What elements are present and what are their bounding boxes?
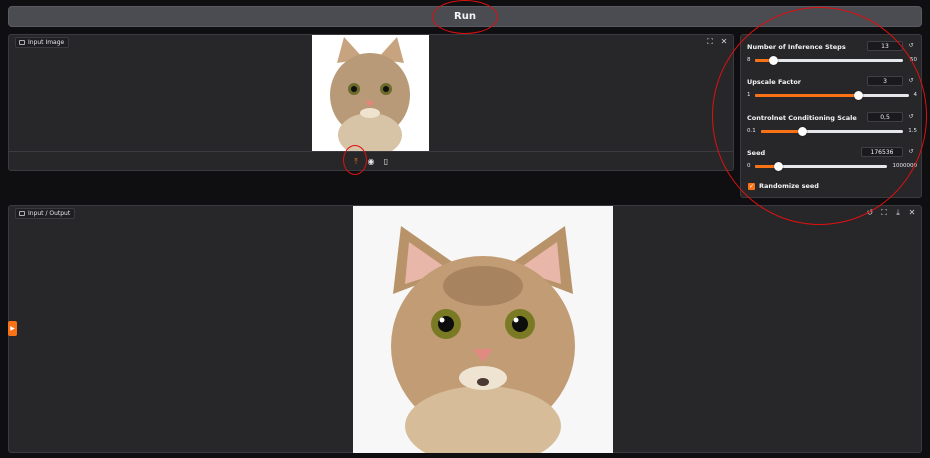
input-output-panel: Input / Output ↺ ⛶ ⤓ ✕	[8, 205, 922, 453]
fullscreen-icon[interactable]: ⛶	[879, 208, 889, 218]
upscale-slider[interactable]	[755, 91, 909, 100]
controlnet-number-input[interactable]: 0,5	[867, 112, 903, 122]
output-image[interactable]	[353, 206, 613, 453]
run-button[interactable]: Run	[8, 6, 922, 27]
upload-icon[interactable]: ⤒	[351, 157, 361, 167]
reset-icon[interactable]: ↺	[907, 77, 915, 85]
fullscreen-icon[interactable]: ⛶	[705, 37, 715, 47]
reset-icon[interactable]: ↺	[907, 42, 915, 50]
image-source-toolbar: ⤒ ◉ ▯	[9, 151, 733, 171]
seed-number-input[interactable]: 176536	[861, 147, 903, 157]
slider-thumb[interactable]	[797, 127, 807, 136]
undo-icon[interactable]: ↺	[865, 208, 875, 218]
input-output-label: Input / Output	[15, 208, 76, 219]
cat-image	[312, 35, 429, 151]
steps-slider[interactable]	[755, 56, 903, 65]
slider-thumb[interactable]	[774, 162, 784, 171]
input-image-panel: Input Image ⛶ ✕ ⤒ ◉ ▯	[8, 34, 734, 171]
close-icon[interactable]: ✕	[719, 37, 729, 47]
sidebar-toggle-button[interactable]: ▶	[8, 321, 17, 336]
image-icon	[19, 40, 25, 45]
upscale-number-input[interactable]: 3	[867, 76, 903, 86]
slider-thumb[interactable]	[768, 56, 778, 65]
seed-slider[interactable]	[755, 162, 887, 171]
steps-number-input[interactable]: 13	[867, 41, 903, 51]
cat-image	[353, 206, 613, 453]
controlnet-slider[interactable]	[761, 127, 903, 136]
webcam-icon[interactable]: ◉	[366, 157, 376, 167]
clipboard-icon[interactable]: ▯	[381, 157, 391, 167]
randomize-seed-checkbox[interactable]: ✓	[748, 182, 755, 190]
image-icon	[19, 211, 25, 216]
randomize-seed-row[interactable]: ✓ Randomize seed	[748, 182, 819, 190]
settings-panel: Number of Inference Steps 13 ↺ 8 50 Upsc…	[740, 34, 922, 198]
download-icon[interactable]: ⤓	[893, 208, 903, 218]
close-icon[interactable]: ✕	[907, 208, 917, 218]
input-image-label: Input Image	[15, 37, 70, 48]
slider-thumb[interactable]	[853, 91, 863, 100]
reset-icon[interactable]: ↺	[907, 148, 915, 156]
input-image-preview[interactable]	[312, 35, 429, 151]
reset-icon[interactable]: ↺	[907, 113, 915, 121]
